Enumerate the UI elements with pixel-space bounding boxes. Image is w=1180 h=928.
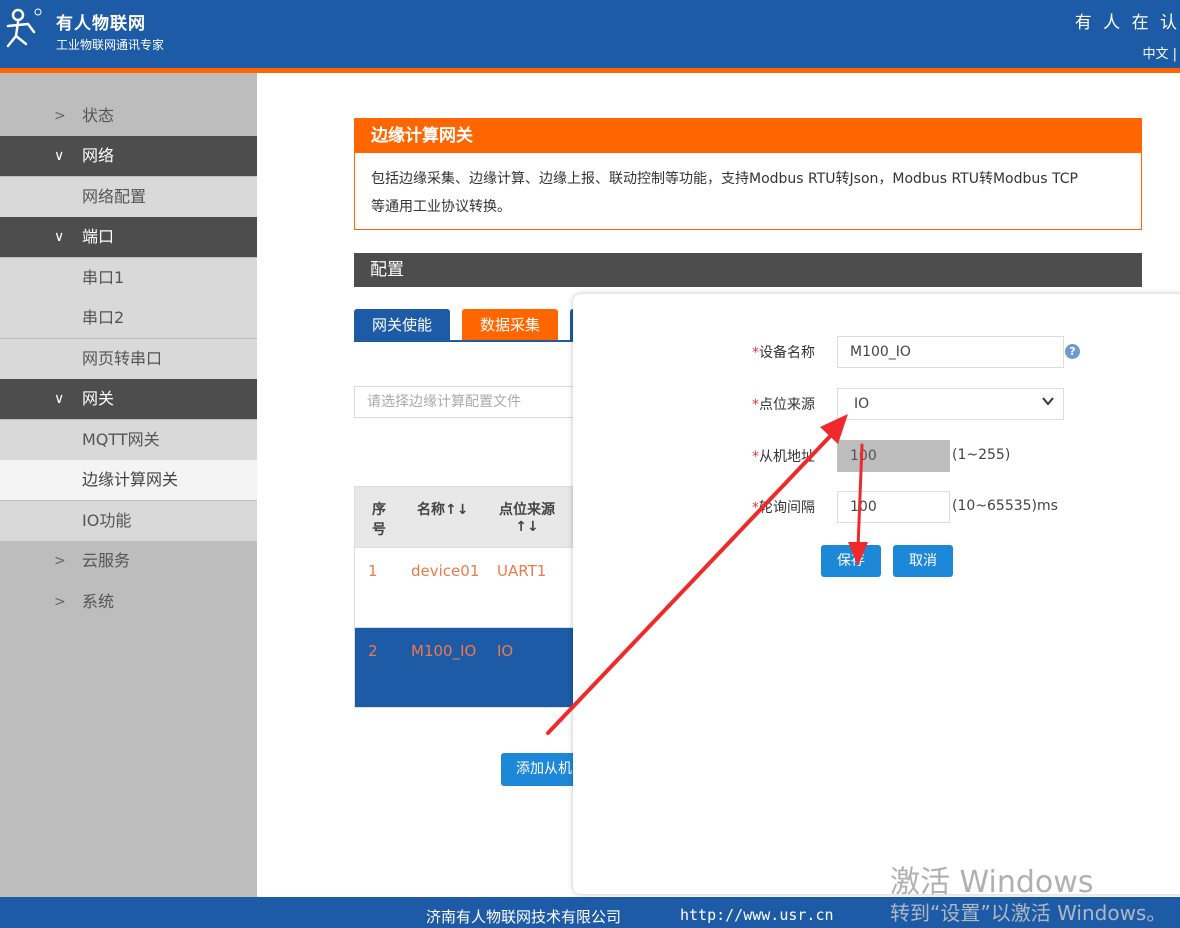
sidebar-item-label: 网页转串口 — [82, 349, 163, 368]
slave-address-hint: (1~255) — [952, 447, 1011, 463]
sidebar-item-label: 网络 — [82, 146, 115, 165]
sidebar-item-io[interactable]: IO功能 — [0, 501, 257, 541]
top-header: 有人物联网 工业物联网通讯专家 有 人 在 认 中文 | — [0, 0, 1180, 68]
sidebar-item-label: 网关 — [82, 389, 115, 408]
source-select[interactable]: IO — [837, 388, 1064, 420]
save-button[interactable]: 保存 — [821, 545, 881, 577]
slave-address-input[interactable]: 100 — [837, 440, 950, 472]
sidebar-item-label: 边缘计算网关 — [82, 470, 179, 489]
config-title: 配置 — [354, 253, 1142, 287]
sidebar-item-label: 端口 — [82, 227, 115, 246]
add-slave-button[interactable]: 添加从机 — [501, 753, 576, 786]
sidebar-item-label: 状态 — [82, 106, 115, 125]
sidebar-item-serial2[interactable]: 串口2 — [0, 298, 257, 338]
required-mark: * — [752, 397, 759, 413]
label-text: 点位来源 — [759, 397, 815, 413]
required-mark: * — [752, 345, 759, 361]
cell-source: UART1 — [497, 562, 547, 580]
brand-name: 有人物联网 — [56, 14, 146, 34]
sidebar-item-label: 串口1 — [82, 268, 125, 287]
cell-seq: 1 — [368, 562, 378, 580]
label-text: 设备名称 — [759, 345, 815, 361]
device-name-input[interactable]: M100_IO — [837, 336, 1064, 368]
intro-desc-line1: 包括边缘采集、边缘计算、边缘上报、联动控制等功能，支持Modbus RTU转Js… — [371, 171, 1078, 187]
language-switch[interactable]: 中文 | — [1142, 43, 1177, 62]
tab-data-collection[interactable]: 数据采集 — [462, 309, 558, 341]
device-name-label: *设备名称 — [695, 342, 815, 362]
sidebar-item-gateway[interactable]: ∨ 网关 — [0, 379, 257, 419]
tab-underline — [354, 340, 576, 342]
sidebar-item-mqtt-gateway[interactable]: MQTT网关 — [0, 420, 257, 460]
windows-watermark-title: 激活 Windows — [890, 865, 1094, 900]
brand-slogan: 工业物联网通讯专家 — [56, 38, 165, 52]
edit-slave-dialog: *设备名称 M100_IO ? *点位来源 IO *从机地址 100 (1~25… — [573, 294, 1180, 894]
sidebar-item-label: 网络配置 — [82, 187, 147, 206]
slave-table: 序 号 名称↑↓ 点位来源 ↑↓ 1 device01 UART1 2 M100… — [354, 486, 576, 708]
intro-title: 边缘计算网关 — [355, 119, 1141, 153]
chevron-right-icon: > — [54, 594, 66, 610]
header-name[interactable]: 名称↑↓ — [417, 499, 468, 519]
sidebar: > 状态 ∨ 网络 网络配置 ∨ 端口 串口1 串口2 网页转串口 ∨ 网关 M… — [0, 73, 257, 897]
cell-seq: 2 — [368, 642, 378, 660]
sidebar-item-edge-gateway[interactable]: 边缘计算网关 — [0, 460, 257, 500]
poll-interval-label: *轮询间隔 — [695, 497, 815, 517]
help-icon[interactable]: ? — [1065, 344, 1080, 359]
cancel-button[interactable]: 取消 — [893, 545, 953, 577]
sidebar-item-network[interactable]: ∨ 网络 — [0, 136, 257, 176]
chevron-right-icon: > — [54, 108, 66, 124]
table-row[interactable]: 1 device01 UART1 — [354, 548, 576, 628]
table-header: 序 号 名称↑↓ 点位来源 ↑↓ — [354, 486, 576, 548]
sidebar-item-network-config[interactable]: 网络配置 — [0, 177, 257, 217]
chevron-down-icon: ∨ — [54, 148, 65, 164]
config-file-select[interactable]: 请选择边缘计算配置文件 — [354, 386, 576, 418]
sidebar-item-web-to-serial[interactable]: 网页转串口 — [0, 339, 257, 379]
sidebar-item-system[interactable]: > 系统 — [0, 582, 257, 622]
sidebar-item-label: 串口2 — [82, 308, 125, 327]
chevron-right-icon: > — [54, 553, 66, 569]
slave-address-label: *从机地址 — [695, 446, 815, 466]
sidebar-item-serial1[interactable]: 串口1 — [0, 258, 257, 298]
label-text: 从机地址 — [759, 449, 815, 465]
sidebar-item-label: MQTT网关 — [82, 430, 160, 449]
cell-source: IO — [497, 642, 514, 660]
header-right-text: 有 人 在 认 — [1074, 13, 1180, 33]
table-row-selected[interactable]: 2 M100_IO IO — [354, 628, 576, 708]
header-source-2: ↑↓ — [515, 519, 539, 535]
tab-gateway-enable[interactable]: 网关使能 — [354, 309, 450, 341]
sidebar-item-label: IO功能 — [82, 511, 132, 530]
intro-panel: 边缘计算网关 包括边缘采集、边缘计算、边缘上报、联动控制等功能，支持Modbus… — [354, 118, 1142, 230]
cell-name: M100_IO — [411, 642, 477, 660]
sidebar-item-status[interactable]: > 状态 — [0, 96, 257, 136]
cell-name: device01 — [411, 562, 480, 580]
sidebar-item-label: 云服务 — [82, 551, 131, 570]
required-mark: * — [752, 449, 759, 465]
sidebar-item-label: 系统 — [82, 592, 115, 611]
chevron-down-icon: ∨ — [54, 229, 65, 245]
sidebar-item-port[interactable]: ∨ 端口 — [0, 217, 257, 257]
header-seq-1: 序 — [372, 502, 386, 518]
header-source-1: 点位来源 — [499, 502, 555, 518]
header-seq-2: 号 — [372, 522, 386, 538]
logo-icon — [6, 8, 42, 48]
poll-interval-input[interactable]: 100 — [837, 491, 950, 523]
intro-desc-line2: 等通用工业协议转换。 — [371, 199, 511, 215]
poll-interval-hint: (10~65535)ms — [952, 498, 1058, 514]
label-text: 轮询间隔 — [759, 500, 815, 516]
footer-url[interactable]: http://www.usr.cn — [680, 906, 834, 924]
footer-company: 济南有人物联网技术有限公司 — [426, 908, 622, 926]
source-label: *点位来源 — [695, 394, 815, 414]
chevron-down-icon: ∨ — [54, 391, 65, 407]
header-seq[interactable]: 序 号 — [369, 499, 389, 539]
intro-description: 包括边缘采集、边缘计算、边缘上报、联动控制等功能，支持Modbus RTU转Js… — [355, 153, 1141, 233]
chevron-down-icon — [1042, 397, 1054, 406]
source-select-value: IO — [854, 396, 870, 412]
windows-watermark-subtitle: 转到“设置”以激活 Windows。 — [890, 901, 1167, 925]
header-source[interactable]: 点位来源 ↑↓ — [497, 499, 557, 535]
sidebar-item-cloud[interactable]: > 云服务 — [0, 541, 257, 581]
required-mark: * — [752, 500, 759, 516]
